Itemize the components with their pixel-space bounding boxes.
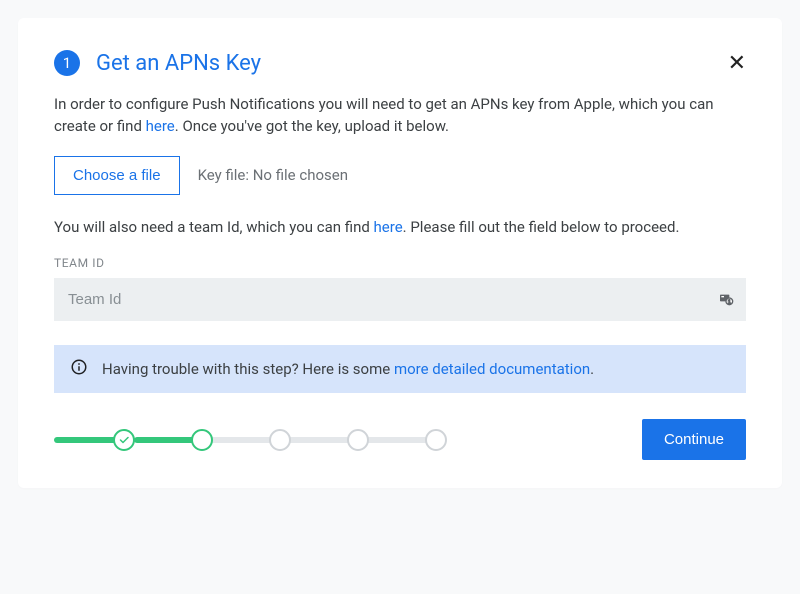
desc2-text-b: . Please fill out the field below to pro… xyxy=(403,218,680,236)
progress-node-5 xyxy=(425,429,447,451)
info-icon xyxy=(70,358,88,380)
progress-segment-4 xyxy=(368,437,426,443)
progress-segment-1 xyxy=(134,437,192,443)
file-status-value: No file chosen xyxy=(253,166,348,184)
credential-icon: 1 xyxy=(718,290,734,310)
progress-node-2 xyxy=(191,429,213,451)
header-row: 1 Get an APNs Key ✕ xyxy=(54,50,746,76)
progress-stepper xyxy=(54,426,446,454)
info-text-a: Having trouble with this step? Here is s… xyxy=(102,360,394,378)
close-icon: ✕ xyxy=(728,50,746,75)
file-status: Key file: No file chosen xyxy=(198,166,348,184)
file-upload-row: Choose a file Key file: No file chosen xyxy=(54,156,746,195)
desc1-text-b: . Once you've got the key, upload it bel… xyxy=(175,117,449,135)
step-number-badge: 1 xyxy=(54,50,80,76)
footer-row: Continue xyxy=(54,419,746,460)
progress-segment-2 xyxy=(212,437,270,443)
wizard-card: 1 Get an APNs Key ✕ In order to configur… xyxy=(18,18,782,488)
team-id-input[interactable] xyxy=(54,278,746,321)
description-1: In order to configure Push Notifications… xyxy=(54,94,746,138)
step-title: Get an APNs Key xyxy=(96,51,728,76)
check-icon xyxy=(118,434,130,446)
info-text-b: . xyxy=(590,360,594,378)
progress-segment-0 xyxy=(54,437,114,443)
continue-button[interactable]: Continue xyxy=(642,419,746,460)
description-2: You will also need a team Id, which you … xyxy=(54,217,746,239)
apns-here-link[interactable]: here xyxy=(146,117,175,135)
choose-file-button[interactable]: Choose a file xyxy=(54,156,180,195)
team-id-label: TEAM ID xyxy=(54,256,746,270)
progress-segment-3 xyxy=(290,437,348,443)
documentation-link[interactable]: more detailed documentation xyxy=(394,360,590,378)
info-text: Having trouble with this step? Here is s… xyxy=(102,360,594,378)
progress-node-1 xyxy=(113,429,135,451)
svg-text:1: 1 xyxy=(728,299,731,305)
progress-node-3 xyxy=(269,429,291,451)
info-bar: Having trouble with this step? Here is s… xyxy=(54,345,746,393)
file-status-prefix: Key file: xyxy=(198,166,253,184)
team-id-input-wrap: 1 xyxy=(54,278,746,321)
progress-node-4 xyxy=(347,429,369,451)
teamid-here-link[interactable]: here xyxy=(374,218,403,236)
desc2-text-a: You will also need a team Id, which you … xyxy=(54,218,374,236)
close-button[interactable]: ✕ xyxy=(728,52,746,74)
